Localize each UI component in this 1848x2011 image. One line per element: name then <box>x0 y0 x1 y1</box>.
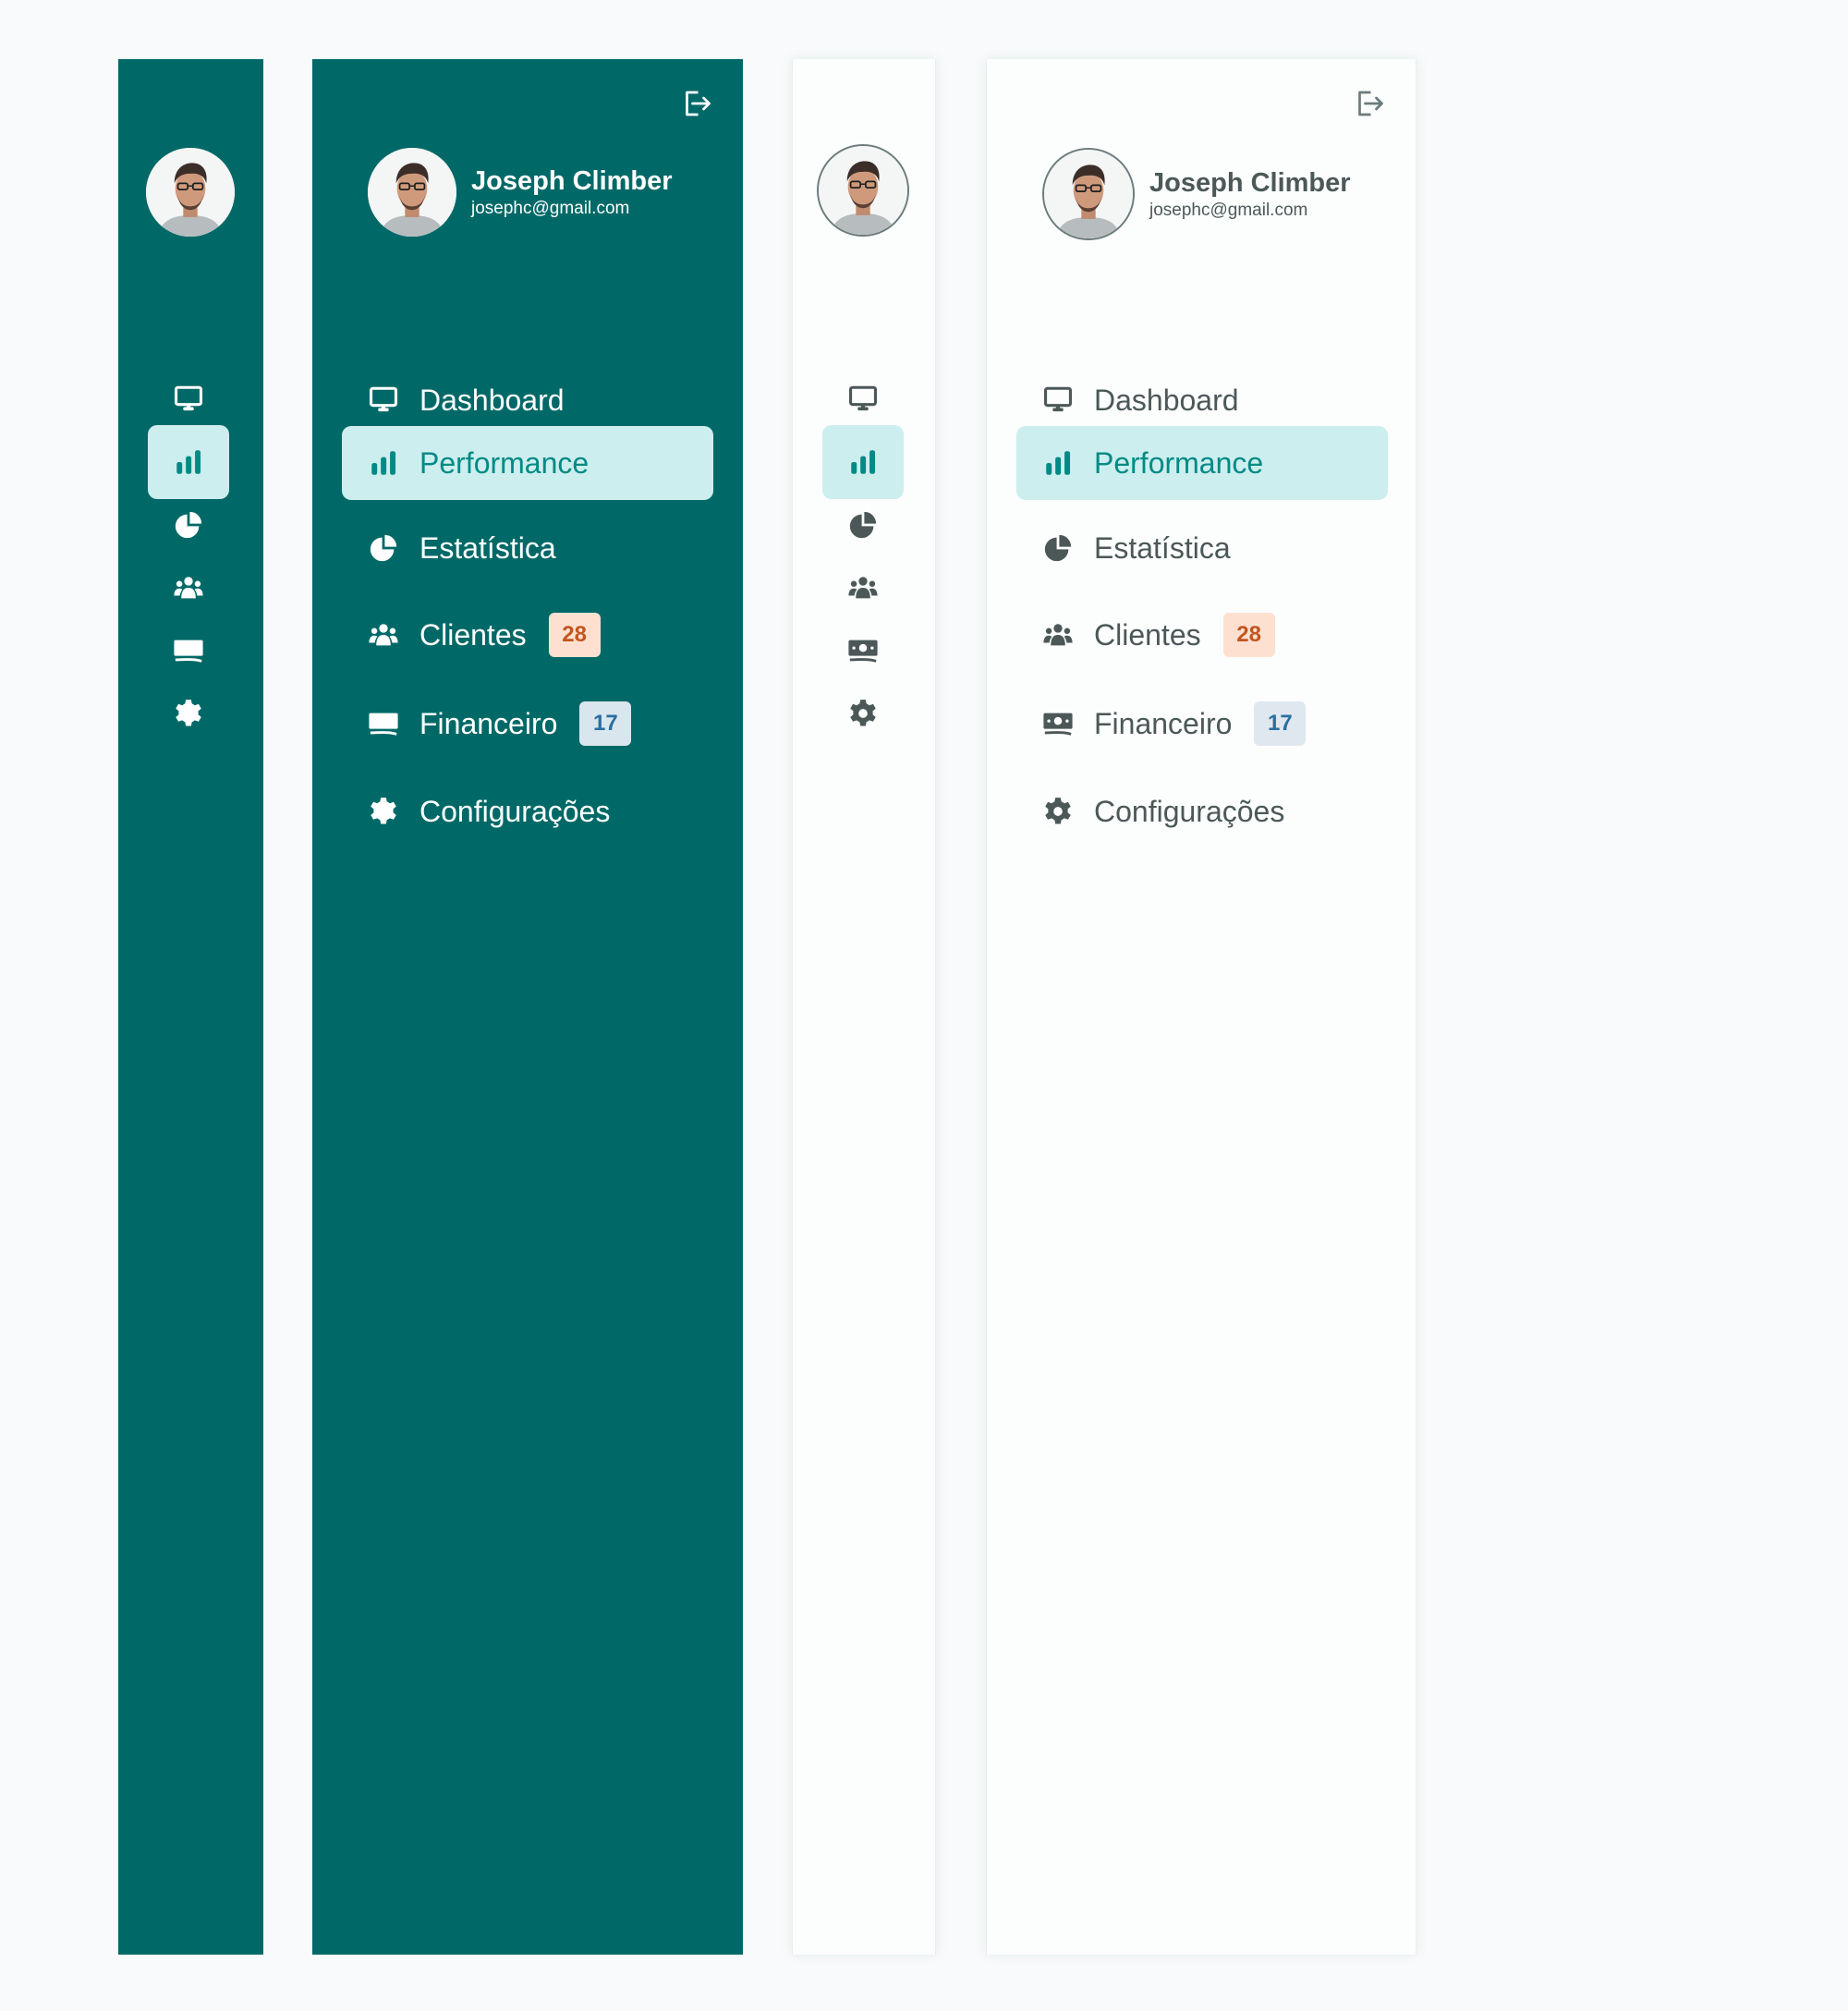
avatar[interactable] <box>1042 148 1135 240</box>
gear-icon <box>1042 796 1074 827</box>
users-icon <box>368 619 399 651</box>
nav-item-configuracoes[interactable]: Configurações <box>1016 774 1388 848</box>
nav-item-label: Performance <box>1094 446 1264 480</box>
monitor-icon <box>847 384 879 415</box>
bar-chart-icon <box>847 446 879 478</box>
user-name: Joseph Climber <box>471 166 673 196</box>
nav-item-financeiro[interactable]: Financeiro 17 <box>342 687 713 761</box>
avatar[interactable] <box>817 144 909 237</box>
clientes-count-badge: 28 <box>1222 613 1275 657</box>
users-icon <box>847 572 879 603</box>
nav-item-label: Configurações <box>1094 795 1285 828</box>
bar-chart-icon <box>1042 447 1074 479</box>
financeiro-count-badge: 17 <box>579 701 632 746</box>
nav-item-estatistica[interactable]: Estatística <box>1016 511 1388 585</box>
monitor-icon <box>173 384 204 415</box>
users-icon <box>1042 619 1074 651</box>
user-photo-icon <box>1044 150 1133 238</box>
sidebar-collapsed-light <box>792 59 936 1955</box>
pie-chart-icon <box>368 532 399 564</box>
nav-item-label: Financeiro <box>1094 707 1233 740</box>
nav-item-clientes[interactable]: Clientes 28 <box>342 598 713 672</box>
nav-item-financeiro[interactable]: Financeiro 17 <box>1016 687 1388 761</box>
money-icon <box>173 635 204 666</box>
logout-icon[interactable] <box>680 87 713 120</box>
logout-icon[interactable] <box>1353 87 1386 120</box>
user-photo-icon <box>819 146 907 235</box>
nav-item-label: Dashboard <box>419 384 565 417</box>
pie-chart-icon <box>847 509 879 541</box>
nav-item-label: Estatística <box>419 531 556 565</box>
clientes-count-badge: 28 <box>548 613 601 657</box>
nav-item-label: Clientes <box>419 618 527 652</box>
nav-item-label: Financeiro <box>419 707 558 740</box>
money-icon <box>1042 708 1074 739</box>
sidebar-collapsed-dark <box>118 59 263 1955</box>
nav-item-estatistica[interactable]: Estatística <box>342 511 713 585</box>
user-photo-icon <box>146 148 235 237</box>
gear-icon <box>368 796 399 827</box>
user-email: josephc@gmail.com <box>1149 201 1308 220</box>
user-profile: Joseph Climber josephc@gmail.com <box>1042 148 1351 240</box>
nav-item-label: Estatística <box>1094 531 1231 565</box>
avatar[interactable] <box>146 148 235 237</box>
nav-item-label: Dashboard <box>1094 384 1239 417</box>
money-icon <box>368 708 399 739</box>
monitor-icon <box>368 384 399 416</box>
bar-chart-icon <box>368 447 399 479</box>
user-photo-icon <box>368 148 456 237</box>
nav-icon-configuracoes[interactable] <box>822 676 904 750</box>
sidebar-expanded-light: Joseph Climber josephc@gmail.com Dashboa… <box>986 59 1416 1955</box>
nav-item-configuracoes[interactable]: Configurações <box>342 774 713 848</box>
nav-icon-configuracoes[interactable] <box>148 676 229 750</box>
user-name: Joseph Climber <box>1149 168 1351 198</box>
nav-item-clientes[interactable]: Clientes 28 <box>1016 598 1388 672</box>
avatar[interactable] <box>368 148 456 237</box>
user-email: josephc@gmail.com <box>471 199 630 218</box>
nav-item-performance[interactable]: Performance <box>342 426 713 500</box>
pie-chart-icon <box>1042 532 1074 564</box>
pie-chart-icon <box>173 509 204 541</box>
nav-item-label: Configurações <box>419 795 611 828</box>
gear-icon <box>173 698 204 729</box>
bar-chart-icon <box>173 446 204 478</box>
user-profile: Joseph Climber josephc@gmail.com <box>368 148 673 237</box>
nav-item-performance[interactable]: Performance <box>1016 426 1388 500</box>
monitor-icon <box>1042 384 1074 416</box>
sidebar-expanded-dark: Joseph Climber josephc@gmail.com Dashboa… <box>312 59 743 1955</box>
nav-item-label: Performance <box>419 446 590 480</box>
users-icon <box>173 572 204 603</box>
money-icon <box>847 635 879 666</box>
financeiro-count-badge: 17 <box>1254 701 1307 746</box>
gear-icon <box>847 698 879 729</box>
nav-item-label: Clientes <box>1094 618 1201 652</box>
